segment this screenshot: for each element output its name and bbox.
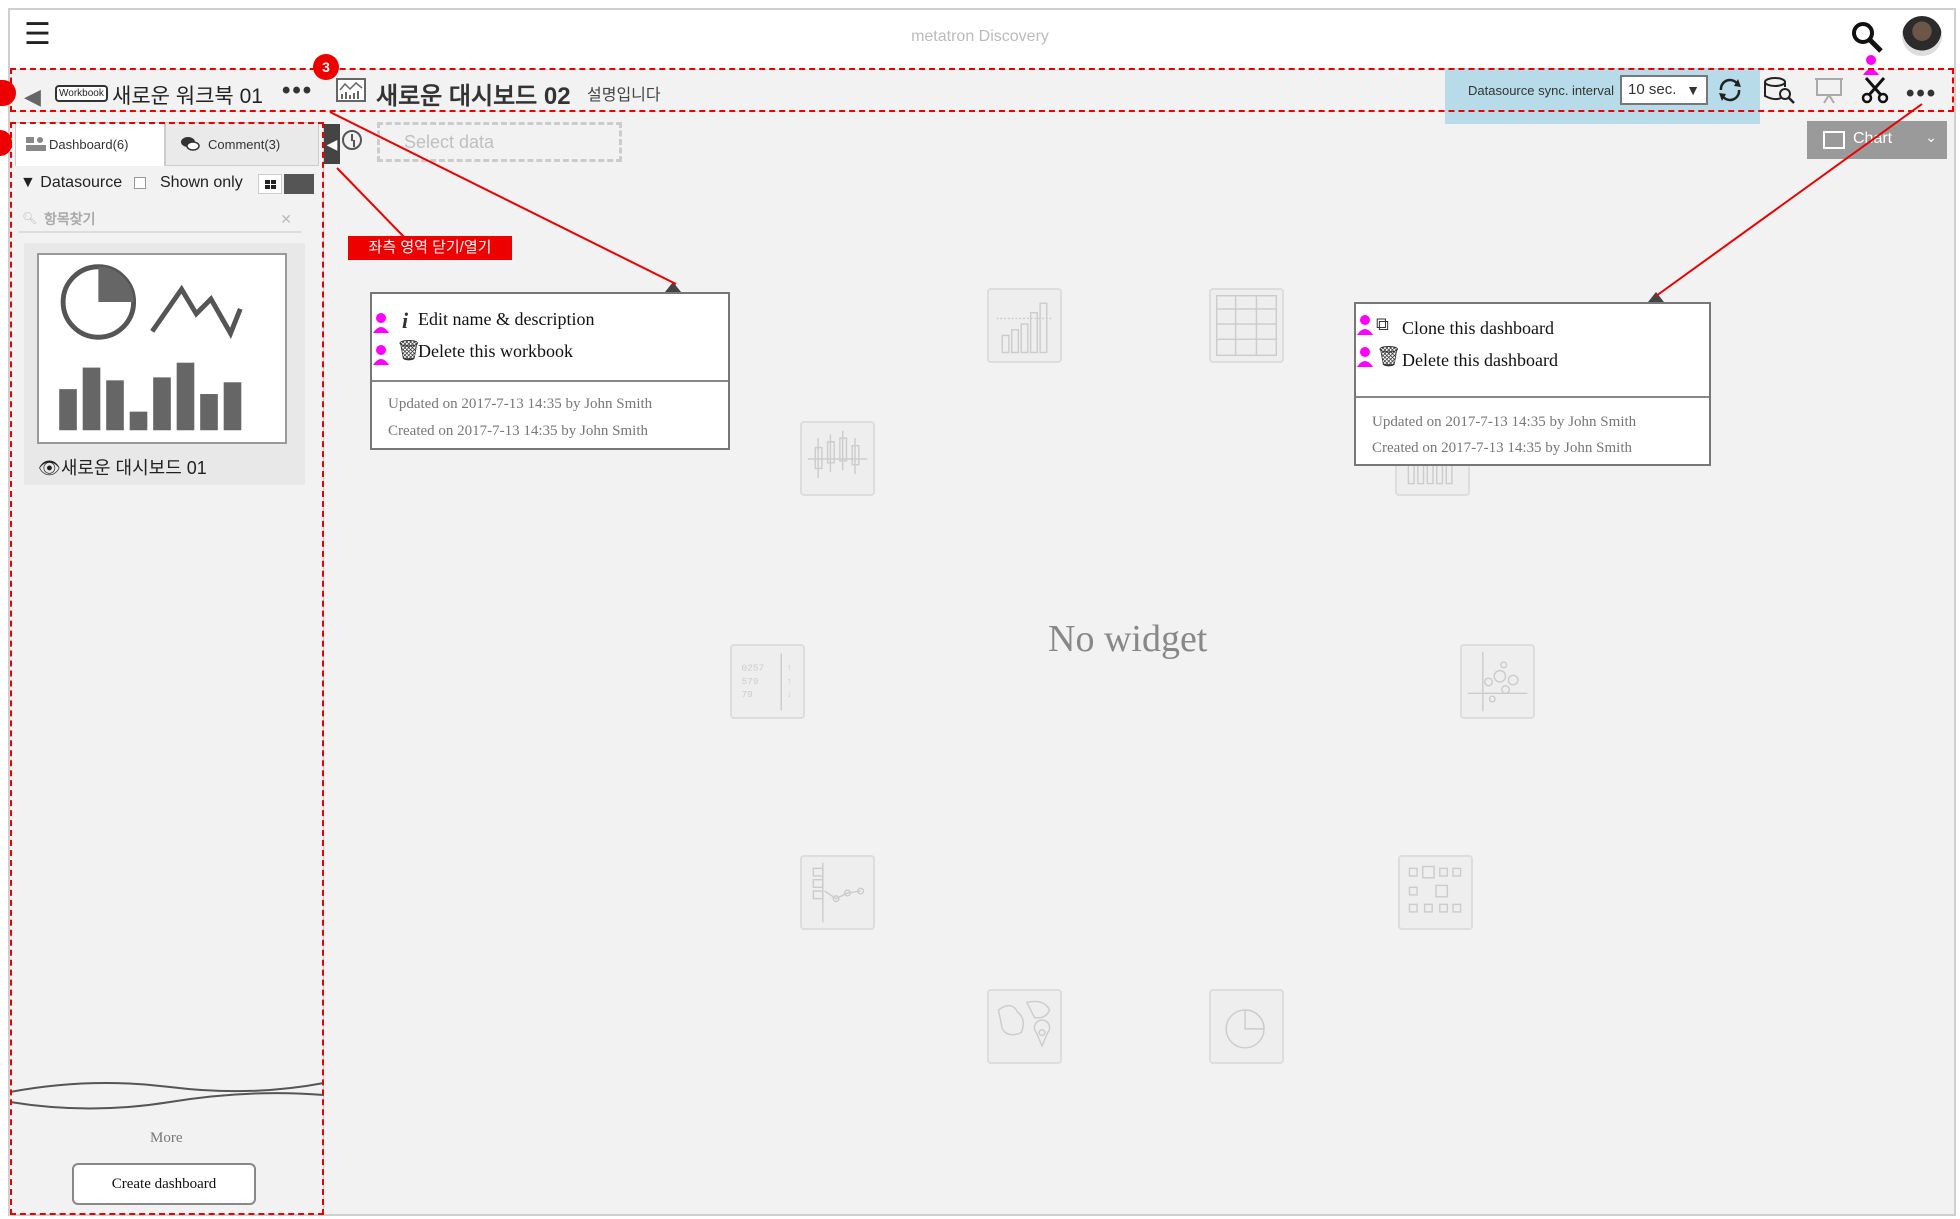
svg-text:579: 579 xyxy=(741,676,758,687)
app-title: metatron Discovery xyxy=(911,28,1049,45)
table-widget-icon xyxy=(1209,288,1284,363)
heatmap-widget-icon xyxy=(1398,855,1473,930)
annotation-header-outline xyxy=(10,68,1954,112)
permission-user-icon xyxy=(1357,315,1373,335)
workbook-menu-popup: i Edit name & description 🗑︎ Delete this… xyxy=(370,292,730,450)
svg-text:↑: ↑ xyxy=(787,663,792,674)
annotation-sidebar-outline xyxy=(10,122,324,1215)
sidebar-collapse-button[interactable]: ◀ xyxy=(324,124,340,164)
info-icon: i xyxy=(402,308,409,333)
scatter-widget-icon xyxy=(1460,644,1535,719)
popup-divider xyxy=(372,380,728,382)
svg-text:79: 79 xyxy=(741,689,753,700)
dashboard-updated-info: Updated on 2017-7-13 14:35 by John Smith xyxy=(1372,414,1637,430)
chevron-down-icon: ⌄ xyxy=(1925,129,1937,145)
permission-user-icon xyxy=(1357,347,1373,367)
dashboard-menu-popup: ⧉ Clone this dashboard 🗑︎ Delete this da… xyxy=(1354,302,1711,466)
delete-workbook-menu-item[interactable]: Delete this workbook xyxy=(418,341,573,362)
bar-chart-widget-icon xyxy=(987,288,1062,363)
delete-dashboard-menu-item[interactable]: Delete this dashboard xyxy=(1402,350,1558,371)
workbook-updated-info: Updated on 2017-7-13 14:35 by John Smith xyxy=(388,396,653,412)
copy-icon: ⧉ xyxy=(1376,314,1389,334)
workbook-created-info: Created on 2017-7-13 14:35 by John Smith xyxy=(388,423,648,439)
trash-icon: 🗑︎ xyxy=(1376,346,1402,368)
pie-widget-icon xyxy=(1209,989,1284,1064)
line-widget-icon xyxy=(800,855,875,930)
user-avatar[interactable] xyxy=(1902,16,1942,56)
add-chart-button[interactable]: Chart ⌄ xyxy=(1807,121,1947,159)
dashboard-created-info: Created on 2017-7-13 14:35 by John Smith xyxy=(1372,440,1632,456)
chart-button-label: Chart xyxy=(1853,130,1893,147)
boxplot-widget-icon xyxy=(800,421,875,496)
svg-text:0257: 0257 xyxy=(741,663,764,674)
select-data-field[interactable]: Select data xyxy=(377,122,622,162)
chart-add-icon xyxy=(1823,131,1845,149)
sidebar-toggle-annotation: 좌측 영역 닫기/열기 xyxy=(348,236,512,260)
annotation-marker-3: 3 xyxy=(313,54,339,80)
empty-canvas-message: No widget xyxy=(1048,618,1208,660)
permission-user-icon xyxy=(373,345,389,365)
map-widget-icon xyxy=(987,989,1062,1064)
svg-text:↓: ↓ xyxy=(787,689,792,700)
popup-divider xyxy=(1356,396,1709,398)
edit-workbook-menu-item[interactable]: Edit name & description xyxy=(418,309,594,330)
popup-pointer xyxy=(665,282,681,292)
search-icon[interactable] xyxy=(1850,20,1884,54)
svg-text:↑: ↑ xyxy=(787,676,792,687)
popup-pointer xyxy=(1648,292,1664,302)
permission-user-icon xyxy=(373,313,389,333)
clock-icon[interactable] xyxy=(342,130,362,150)
clone-dashboard-menu-item[interactable]: Clone this dashboard xyxy=(1402,318,1554,339)
number-widget-icon: 0257 579 79 ↑ ↑ ↓ xyxy=(730,644,805,719)
